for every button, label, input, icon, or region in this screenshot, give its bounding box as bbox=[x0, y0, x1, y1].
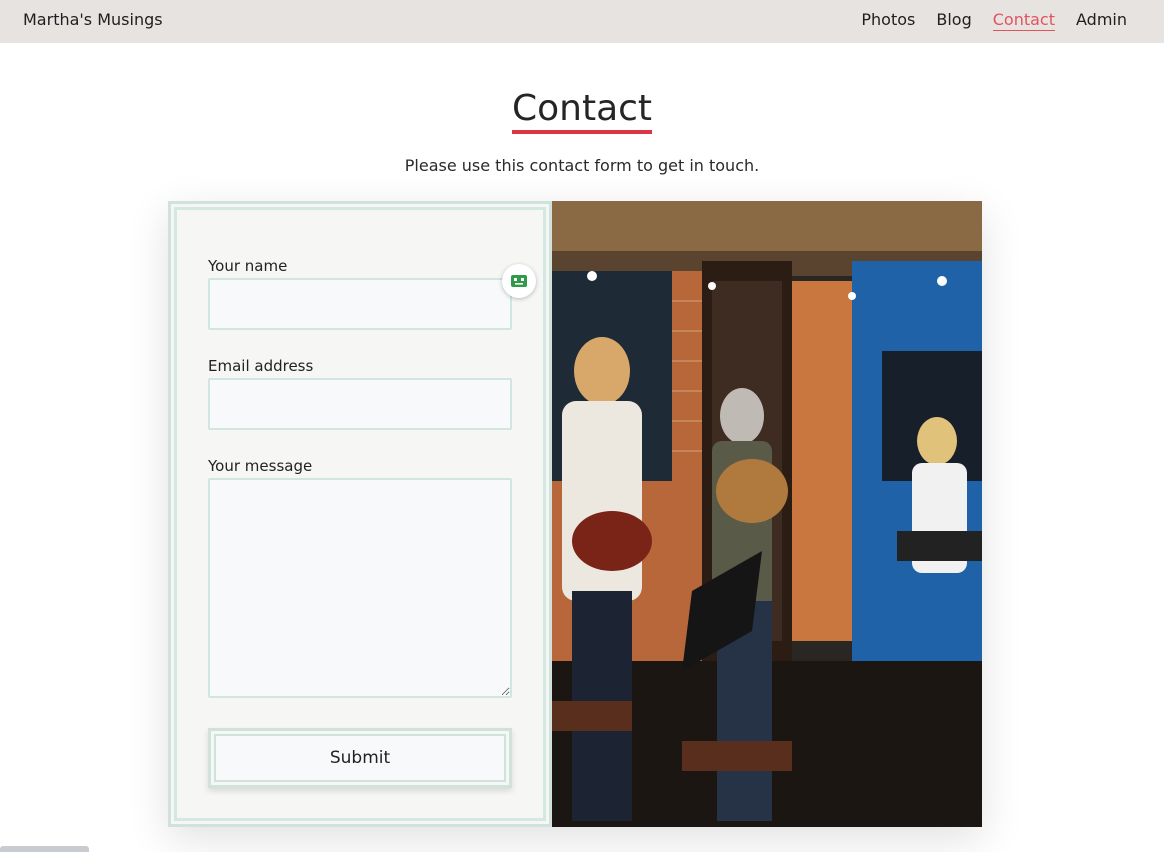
brand-link[interactable]: Martha's Musings bbox=[23, 10, 163, 29]
navbar: Martha's Musings Photos Blog Contact Adm… bbox=[0, 0, 1164, 43]
nav-contact[interactable]: Contact bbox=[992, 10, 1055, 31]
nav-admin[interactable]: Admin bbox=[1076, 10, 1127, 31]
robot-icon bbox=[511, 275, 527, 287]
contact-card: Your name Email address Your message Sub… bbox=[168, 201, 982, 827]
email-label: Email address bbox=[208, 357, 314, 375]
contact-form: Your name Email address Your message Sub… bbox=[168, 201, 552, 827]
page-subtitle: Please use this contact form to get in t… bbox=[404, 156, 760, 175]
nav-blog[interactable]: Blog bbox=[936, 10, 971, 31]
band-photo bbox=[552, 201, 982, 827]
band-performance-image bbox=[552, 201, 982, 827]
autofill-robot-icon[interactable] bbox=[502, 264, 536, 298]
name-label: Your name bbox=[208, 257, 288, 275]
submit-button[interactable]: Submit bbox=[214, 734, 506, 782]
submit-frame: Submit bbox=[208, 728, 512, 788]
message-label: Your message bbox=[208, 457, 313, 475]
main-nav: Photos Blog Contact Admin bbox=[840, 10, 1127, 31]
corner-tab bbox=[0, 846, 89, 852]
name-input[interactable] bbox=[208, 278, 512, 330]
email-input[interactable] bbox=[208, 378, 512, 430]
message-textarea[interactable] bbox=[208, 478, 512, 698]
page-title: Contact bbox=[511, 88, 653, 134]
page-title-wrap: Contact bbox=[0, 88, 1164, 134]
nav-photos[interactable]: Photos bbox=[861, 10, 915, 31]
